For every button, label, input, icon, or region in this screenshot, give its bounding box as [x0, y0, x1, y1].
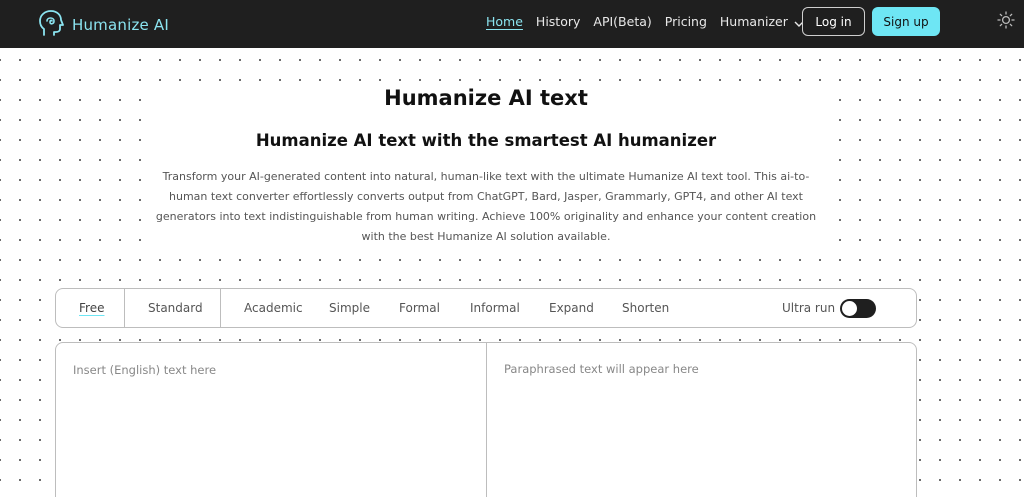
nav-humanizer-label: Humanizer: [719, 14, 788, 29]
hero-section: Humanize AI text Humanize AI text with t…: [145, 86, 827, 256]
mode-standard-tab[interactable]: Standard: [148, 301, 203, 315]
mode-informal-tab[interactable]: Informal: [470, 301, 520, 315]
description-line: generators into text indistinguishable f…: [155, 210, 817, 223]
mode-selector: Free Standard Academic Simple Formal Inf…: [55, 288, 917, 328]
login-button[interactable]: Log in: [802, 7, 865, 36]
mode-divider: [220, 289, 221, 327]
nav-api-link[interactable]: API(Beta): [593, 14, 651, 29]
ultra-run-toggle[interactable]: [840, 299, 876, 318]
page-subtitle: Humanize AI text with the smartest AI hu…: [255, 131, 717, 150]
description-line: with the best Humanize AI solution avail…: [361, 230, 611, 243]
mode-free-tab[interactable]: Free: [79, 301, 104, 315]
nav-pricing-link[interactable]: Pricing: [665, 14, 707, 29]
hero-description: Transform your AI-generated content into…: [155, 167, 817, 247]
navbar: Humanize AI Home History API(Beta) Prici…: [0, 0, 1024, 48]
toggle-knob: [842, 301, 857, 316]
nav-history-link[interactable]: History: [536, 14, 580, 29]
mode-expand-tab[interactable]: Expand: [549, 301, 594, 315]
pane-divider: [486, 343, 487, 497]
brain-head-icon: [38, 9, 64, 41]
sun-icon[interactable]: [997, 11, 1015, 33]
brand-name: Humanize AI: [72, 16, 170, 34]
page-title: Humanize AI text: [384, 86, 588, 110]
mode-simple-tab[interactable]: Simple: [329, 301, 370, 315]
mode-academic-tab[interactable]: Academic: [244, 301, 303, 315]
brand[interactable]: Humanize AI: [38, 9, 169, 41]
description-line: Transform your AI-generated content into…: [162, 170, 810, 183]
input-textarea[interactable]: [56, 343, 486, 497]
mode-divider: [124, 289, 125, 327]
mode-shorten-tab[interactable]: Shorten: [622, 301, 669, 315]
signup-button[interactable]: Sign up: [872, 7, 940, 36]
nav-home-link[interactable]: Home: [486, 14, 523, 29]
output-placeholder: Paraphrased text will appear here: [504, 362, 699, 376]
nav-links: Home History API(Beta) Pricing Humanizer: [486, 13, 817, 30]
ultra-run-label: Ultra run: [782, 301, 836, 315]
description-line: human text converter effortlessly conver…: [169, 190, 803, 203]
nav-humanizer-dropdown[interactable]: Humanizer: [720, 13, 804, 30]
mode-formal-tab[interactable]: Formal: [399, 301, 440, 315]
editor-panel: Paraphrased text will appear here: [55, 342, 917, 497]
